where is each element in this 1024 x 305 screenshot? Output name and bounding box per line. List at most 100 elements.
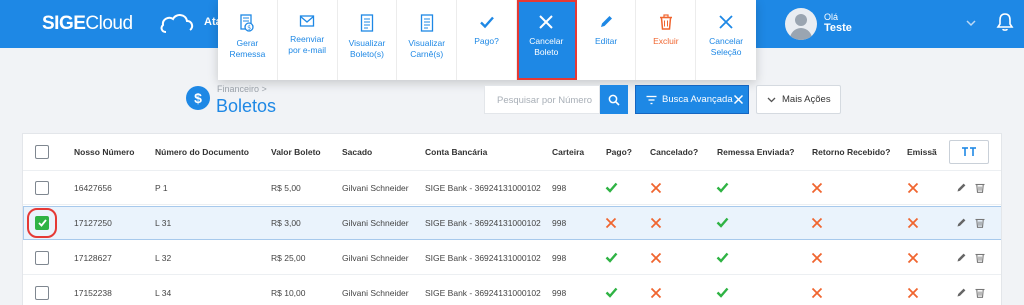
cell-cancelado-status <box>650 276 662 305</box>
column-header[interactable]: Remessa Enviada? <box>717 134 794 170</box>
cancel-selection-button[interactable]: Cancelar Seleção <box>696 0 756 80</box>
table-row[interactable]: 16427656 P 1 R$ 5,00 Gilvani Schneider SIGE … <box>23 171 1001 205</box>
cell-valor: R$ 5,00 <box>271 182 301 193</box>
cell-nosso-numero: 16427656 <box>74 182 112 193</box>
bell-icon[interactable] <box>996 12 1014 32</box>
view-boletos-button[interactable]: Visualizar Boleto(s) <box>338 0 398 80</box>
cell-carteira: 998 <box>552 287 567 298</box>
cancel-boleto-label: Cancelar Boleto <box>529 36 564 57</box>
greeting-text: Olá <box>824 12 839 22</box>
avatar[interactable] <box>785 8 817 40</box>
check-icon <box>479 16 494 29</box>
logo[interactable]: SIGECloud <box>42 12 194 36</box>
chevron-down-icon[interactable] <box>965 17 977 29</box>
edit-row-button[interactable] <box>956 287 967 298</box>
trash-icon <box>975 218 985 228</box>
check-icon <box>716 217 729 228</box>
column-header[interactable]: Retorno Recebido? <box>812 134 890 170</box>
column-header[interactable]: Sacado <box>342 134 372 170</box>
column-toggle-button[interactable] <box>949 140 989 164</box>
edit-label: Editar <box>594 36 618 46</box>
row-checkbox[interactable] <box>35 250 49 265</box>
search-button[interactable] <box>600 85 628 114</box>
columns-icon <box>962 147 976 156</box>
cell-conta: SIGE Bank - 36924131000102 <box>425 217 541 228</box>
column-header[interactable]: Conta Bancária <box>425 134 487 170</box>
generate-remittance-button[interactable]: $ Gerar Remessa <box>218 0 278 80</box>
file-money-icon: $ <box>240 14 255 32</box>
column-header[interactable]: Nosso Número <box>74 134 134 170</box>
table-row[interactable]: 17152238 L 34 R$ 10,00 Gilvani Schneider SIG… <box>23 276 1001 305</box>
close-icon <box>811 217 823 228</box>
user-menu[interactable]: Olá Teste <box>780 0 990 48</box>
column-header[interactable]: Número do Documento <box>155 134 249 170</box>
delete-label: Excluir <box>653 36 679 46</box>
cancel-boleto-button[interactable]: Cancelar Boleto <box>516 0 577 80</box>
close-icon <box>811 182 823 193</box>
column-header[interactable]: Valor Boleto <box>271 134 321 170</box>
delete-row-button[interactable] <box>975 287 985 298</box>
check-icon <box>605 252 618 263</box>
edit-button[interactable]: Editar <box>577 0 637 80</box>
view-carnes-label: Visualizar Carnê(s) <box>408 38 446 59</box>
trash-icon <box>975 288 985 298</box>
delete-button[interactable]: Excluir <box>636 0 697 80</box>
cell-emissao-status <box>907 241 919 274</box>
column-header[interactable]: Carteira <box>552 134 584 170</box>
close-icon[interactable] <box>733 94 744 105</box>
boletos-table: Nosso Número Número do Documento Valor B… <box>22 133 1002 305</box>
delete-row-button[interactable] <box>975 182 985 193</box>
table-row[interactable]: 17127250 L 31 R$ 3,00 Gilvani Schneider SIGE… <box>23 206 1001 240</box>
advanced-search-button[interactable]: Busca Avançada <box>635 85 749 114</box>
mark-paid-button[interactable]: Pago? <box>457 0 517 80</box>
cell-remessa-status <box>716 276 729 305</box>
resend-email-button[interactable]: Reenviar por e-mail <box>278 0 338 80</box>
more-actions-button[interactable]: Mais Ações <box>756 85 841 114</box>
cell-cancelado-status <box>650 241 662 274</box>
column-header[interactable]: Cancelado? <box>650 134 698 170</box>
cell-nosso-numero: 17127250 <box>74 217 112 228</box>
cell-carteira: 998 <box>552 182 567 193</box>
breadcrumb-separator: > <box>261 84 267 94</box>
check-icon <box>716 252 729 263</box>
cell-documento: L 34 <box>155 287 172 298</box>
view-carnes-button[interactable]: Visualizar Carnê(s) <box>397 0 458 80</box>
cell-cancelado-status <box>650 171 662 204</box>
column-header[interactable]: Emissã <box>907 134 937 170</box>
cell-retorno-status <box>811 171 823 204</box>
cell-sacado: Gilvani Schneider <box>342 287 409 298</box>
cell-carteira: 998 <box>552 252 567 263</box>
pencil-icon <box>957 218 966 227</box>
cell-sacado: Gilvani Schneider <box>342 217 409 228</box>
cell-valor: R$ 3,00 <box>271 217 301 228</box>
row-checkbox[interactable] <box>35 285 49 300</box>
edit-row-button[interactable] <box>956 252 967 263</box>
column-header[interactable]: Pago? <box>606 134 632 170</box>
generate-remittance-label: Gerar Remessa <box>229 38 266 59</box>
close-icon <box>811 252 823 263</box>
edit-row-button[interactable] <box>956 182 967 193</box>
close-icon <box>907 217 919 228</box>
close-icon <box>605 217 617 228</box>
check-icon <box>716 182 729 193</box>
cell-remessa-status <box>716 241 729 274</box>
cell-retorno-status <box>811 276 823 305</box>
cell-pago-status <box>605 276 618 305</box>
select-all-checkbox[interactable] <box>35 145 49 159</box>
search-input[interactable]: Pesquisar por Número <box>484 85 600 114</box>
delete-row-button[interactable] <box>975 217 985 228</box>
cell-sacado: Gilvani Schneider <box>342 252 409 263</box>
document-icon <box>420 14 433 32</box>
check-icon <box>716 287 729 298</box>
trash-icon <box>975 253 985 263</box>
row-checkbox[interactable] <box>27 207 57 238</box>
delete-row-button[interactable] <box>975 252 985 263</box>
cell-conta: SIGE Bank - 36924131000102 <box>425 182 541 193</box>
table-row[interactable]: 17128627 L 32 R$ 25,00 Gilvani Schneider SIG… <box>23 241 1001 275</box>
close-icon <box>907 182 919 193</box>
breadcrumb-item-financeiro[interactable]: Financeiro <box>217 84 259 94</box>
row-checkbox[interactable] <box>35 180 49 195</box>
pencil-icon <box>601 16 613 27</box>
envelope-icon <box>300 15 315 27</box>
edit-row-button[interactable] <box>956 217 967 228</box>
